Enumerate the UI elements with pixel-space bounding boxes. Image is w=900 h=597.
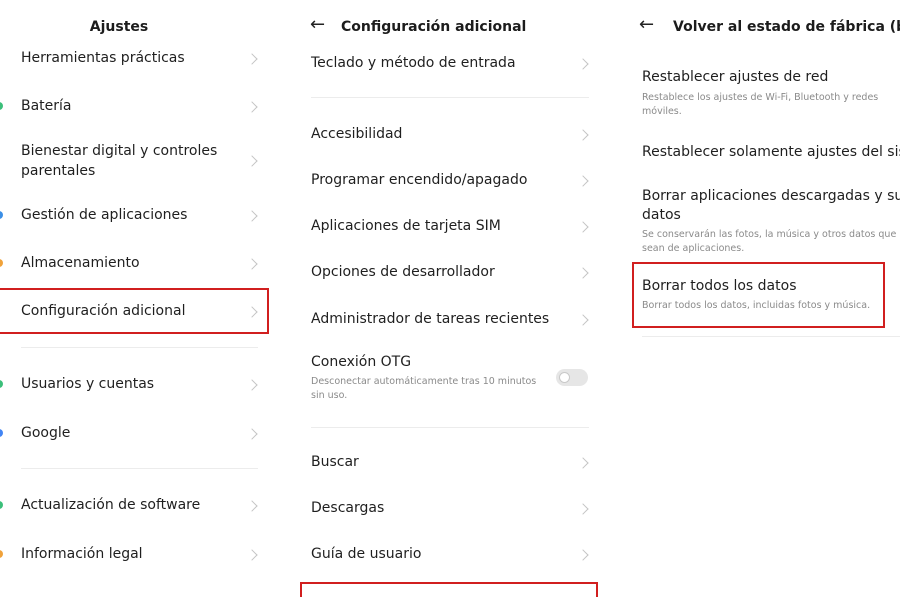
otg-toggle[interactable]: [556, 369, 588, 386]
highlight-box: [300, 582, 598, 597]
reset-option-subtitle-line1: Restablece los ajustes de Wi-Fi, Bluetoo…: [642, 92, 879, 103]
chevron-right-icon: [577, 267, 589, 279]
divider: [21, 468, 258, 469]
setting-row-label: Teclado y método de entrada: [311, 55, 516, 71]
chevron-right-icon: [246, 101, 258, 113]
settings-item-label: Almacenamiento: [21, 255, 140, 271]
setting-row-label: Buscar: [311, 454, 359, 470]
erase-downloaded-apps-option[interactable]: Borrar aplicaciones descargadas y sus da…: [610, 186, 900, 258]
chevron-right-icon: [246, 155, 258, 167]
setting-row-accesibilidad[interactable]: Accesibilidad: [290, 124, 610, 146]
reset-option-label: Restablecer solamente ajustes del sistem: [642, 144, 900, 160]
settings-item-label: Google: [21, 425, 71, 441]
chevron-right-icon: [246, 428, 258, 440]
reset-option-label-line1: Borrar aplicaciones descargadas y sus: [642, 188, 900, 204]
settings-item-almacenamiento[interactable]: Almacenamiento: [0, 253, 290, 275]
chevron-right-icon: [246, 53, 258, 65]
users-icon: [0, 380, 3, 388]
settings-item-label: Herramientas prácticas: [21, 50, 185, 66]
reset-option-subtitle-line1: Se conservarán las fotos, la música y ot…: [642, 229, 900, 240]
apps-icon: [0, 211, 3, 219]
highlight-box: [0, 288, 269, 334]
setting-row-subtitle-line1: Desconectar automáticamente tras 10 minu…: [311, 376, 537, 387]
settings-item-label: Información legal: [21, 546, 143, 562]
settings-item-usuarios[interactable]: Usuarios y cuentas: [0, 374, 290, 396]
chevron-right-icon: [577, 129, 589, 141]
setting-row-descargas[interactable]: Descargas: [290, 498, 610, 520]
chevron-right-icon: [577, 58, 589, 70]
settings-item-google[interactable]: Google: [0, 423, 290, 445]
back-arrow-icon[interactable]: ←: [639, 15, 654, 35]
settings-item-label: Batería: [21, 98, 72, 114]
chevron-right-icon: [246, 500, 258, 512]
settings-panel: Ajustes Herramientas prácticas Batería B…: [0, 0, 290, 597]
setting-row-guia[interactable]: Guía de usuario: [290, 544, 610, 566]
setting-row-label: Accesibilidad: [311, 126, 403, 142]
setting-row-label: Aplicaciones de tarjeta SIM: [311, 218, 501, 234]
divider: [311, 97, 589, 98]
settings-item-actualizacion[interactable]: Actualización de software: [0, 495, 290, 517]
setting-row-label: Guía de usuario: [311, 546, 422, 562]
setting-row-label: Descargas: [311, 500, 385, 516]
settings-item-bienestar[interactable]: Bienestar digital y controles parentales: [0, 141, 290, 183]
page-title: Ajustes: [89, 19, 149, 35]
reset-network-option[interactable]: Restablecer ajustes de red Restablece lo…: [610, 67, 900, 122]
highlight-box: [632, 262, 885, 328]
page-title: Configuración adicional: [341, 19, 527, 35]
back-arrow-icon[interactable]: ←: [310, 15, 325, 35]
chevron-right-icon: [577, 503, 589, 515]
setting-row-label: Programar encendido/apagado: [311, 172, 528, 188]
battery-icon: [0, 102, 3, 110]
chevron-right-icon: [246, 258, 258, 270]
setting-row-teclado[interactable]: Teclado y método de entrada: [290, 53, 610, 75]
chevron-right-icon: [246, 379, 258, 391]
update-icon: [0, 501, 3, 509]
additional-settings-panel: ← Configuración adicional Teclado y méto…: [290, 0, 610, 597]
google-icon: [0, 429, 3, 437]
setting-row-subtitle-line2: sin uso.: [311, 390, 348, 401]
legal-icon: [0, 550, 3, 558]
divider: [642, 336, 900, 337]
settings-item-bateria[interactable]: Batería: [0, 96, 290, 118]
reset-option-label: Restablecer ajustes de red: [642, 69, 829, 85]
setting-row-otg: Conexión OTG Desconectar automáticamente…: [290, 352, 610, 406]
setting-row-desarrollador[interactable]: Opciones de desarrollador: [290, 262, 610, 284]
reset-option-label-line2: datos: [642, 207, 681, 223]
storage-icon: [0, 259, 3, 267]
chevron-right-icon: [577, 175, 589, 187]
reset-option-subtitle-line2: móviles.: [642, 106, 682, 117]
factory-reset-panel: ← Volver al estado de fábrica (borrar to…: [610, 0, 900, 597]
setting-row-sim[interactable]: Aplicaciones de tarjeta SIM: [290, 216, 610, 238]
divider: [311, 427, 589, 428]
settings-item-label: Usuarios y cuentas: [21, 376, 155, 392]
chevron-right-icon: [246, 549, 258, 561]
chevron-right-icon: [577, 314, 589, 326]
chevron-right-icon: [577, 549, 589, 561]
reset-system-settings-option[interactable]: Restablecer solamente ajustes del sistem: [610, 142, 900, 164]
reset-option-subtitle-line2: sean de aplicaciones.: [642, 243, 745, 254]
settings-item-informacion-legal[interactable]: Información legal: [0, 544, 290, 566]
setting-row-tareas-recientes[interactable]: Administrador de tareas recientes: [290, 309, 610, 331]
setting-row-programar[interactable]: Programar encendido/apagado: [290, 170, 610, 192]
settings-item-gestion-apps[interactable]: Gestión de aplicaciones: [0, 205, 290, 227]
settings-item-label-line2: parentales: [21, 163, 96, 179]
chevron-right-icon: [577, 457, 589, 469]
settings-item-label: Gestión de aplicaciones: [21, 207, 188, 223]
setting-row-label: Conexión OTG: [311, 354, 412, 370]
divider: [21, 347, 258, 348]
chevron-right-icon: [246, 210, 258, 222]
setting-row-label: Administrador de tareas recientes: [311, 311, 550, 327]
page-title: Volver al estado de fábrica (borrar to: [673, 19, 900, 35]
chevron-right-icon: [577, 221, 589, 233]
settings-item-herramientas[interactable]: Herramientas prácticas: [0, 48, 290, 70]
setting-row-label: Opciones de desarrollador: [311, 264, 495, 280]
settings-item-label-line1: Bienestar digital y controles: [21, 143, 218, 159]
setting-row-buscar[interactable]: Buscar: [290, 452, 610, 474]
settings-item-label: Actualización de software: [21, 497, 201, 513]
